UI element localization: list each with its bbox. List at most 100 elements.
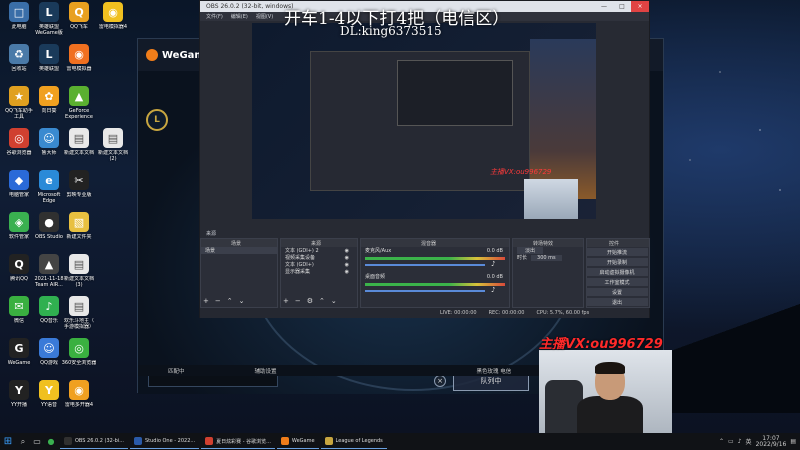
taskbar-app[interactable]: Studio One - 2022... [129,434,200,449]
tray-expand-icon[interactable]: ⌃ [719,438,724,445]
gear-icon[interactable]: ⚙ [307,297,313,305]
volume-meter [365,257,505,260]
desktop-icon[interactable]: ◆ 电脑管家 [2,170,36,210]
desktop-icon[interactable]: ▲ 2021-11-18 Team AIR... [32,254,66,294]
volume-slider[interactable] [365,264,485,266]
transition-select[interactable]: 淡出 [513,247,583,254]
footer-assist-settings[interactable]: 辅助设置 [255,367,277,375]
app-icon: ▧ [69,212,89,232]
transition-duration[interactable]: 时长 300 ms [513,254,583,261]
obs-control-button[interactable]: 设置 [586,288,648,296]
taskbar-app[interactable]: 夏日炫彩赛 - 谷歌浏览... [201,434,275,449]
desktop-icon[interactable]: ● OBS Studio [32,212,66,252]
desktop-icon[interactable]: ✉ 微信 [2,296,36,336]
taskbar-app[interactable]: League of Legends [320,434,387,449]
source-item[interactable]: 文本 (GDI+) 2 ◉ [281,247,357,255]
desktop-icon[interactable]: Y YY语音 [32,380,66,420]
volume-slider[interactable] [365,290,485,292]
obs-control-button[interactable]: 退出 [586,298,648,306]
app-icon: ✉ [9,296,29,316]
down-icon[interactable]: ⌄ [239,297,245,305]
desktop-icon[interactable]: ▲ GeForce Experience [62,86,96,126]
footer-match[interactable]: 匹配中 [168,367,185,375]
speaker-icon[interactable]: ♪ [491,260,495,268]
desktop-icon[interactable]: □ 此电脑 [2,2,36,42]
desktop-icon[interactable]: ▤ 新建文本文档 (2) [96,128,130,168]
menu-item[interactable]: 文件(F) [206,13,223,20]
desktop-icon[interactable]: Q QQ飞车 [62,2,96,42]
desktop-icon[interactable]: ☺ QQ游戏 [32,338,66,378]
desktop-icon[interactable]: ✿ 向日葵 [32,86,66,126]
desktop-icon[interactable]: ✂ 剪映专业版 [62,170,96,210]
obs-control-button[interactable]: 开始推流 [586,248,648,256]
notification-icon[interactable]: ▤ [790,438,796,445]
scene-item[interactable]: 场景 [201,247,277,254]
taskbar-app[interactable]: WeGame [276,434,319,449]
task-view-icon[interactable]: ▭ [30,433,44,450]
source-item[interactable]: 显示器采集 ◉ [281,268,357,276]
minimize-button[interactable]: — [595,1,613,12]
menu-item[interactable]: 编辑(E) [231,13,248,20]
taskbar-app[interactable]: OBS 26.0.2 (32-bi... [60,434,128,449]
volume-icon[interactable]: ♪ [738,438,742,445]
clock[interactable]: 17:07 2022/9/16 [756,435,787,448]
down-icon[interactable]: ⌄ [331,297,337,305]
app-icon: e [39,170,59,190]
visibility-icon[interactable]: ◉ [345,262,349,268]
desktop-icon[interactable]: G WeGame [2,338,36,378]
desktop-icon[interactable]: ◎ 谷歌浏览器 [2,128,36,168]
obs-control-button[interactable]: 开始录制 [586,258,648,266]
menu-item[interactable]: 视图(V) [256,13,273,20]
desktop-icon[interactable]: ◎ 360安全浏览器 [62,338,96,378]
speaker-icon[interactable]: ♪ [491,286,495,294]
desktop-icon[interactable]: ◉ 雷电多开器4 [62,380,96,420]
maximize-button[interactable]: □ [613,1,631,12]
obs-preview[interactable] [252,23,596,219]
desktop-icon[interactable]: ☺ 鲁大师 [32,128,66,168]
visibility-icon[interactable]: ◉ [345,269,349,275]
desktop-icon[interactable]: Q 腾讯QQ [2,254,36,294]
desktop-icon[interactable]: ◉ 雷电模拟器 [62,44,96,84]
obs-control-button[interactable]: 启动虚拟摄像机 [586,268,648,276]
desktop-icon[interactable]: ▤ 欢乐斗地主（ 手游模拟器） [62,296,96,336]
network-icon[interactable]: ▭ [728,438,734,445]
app-icon: ◆ [9,170,29,190]
add-icon[interactable]: + [283,297,289,305]
desktop-icon[interactable]: ♻ 回收站 [2,44,36,84]
desktop-icon-label: 欢乐斗地主（ 手游模拟器） [63,318,94,330]
remove-icon[interactable]: − [295,297,301,305]
input-language[interactable]: 英 [746,437,752,446]
pinned-app-icon[interactable]: ● [44,433,58,450]
desktop-icon[interactable]: ◈ 软件管家 [2,212,36,252]
close-button[interactable]: × [631,1,649,12]
up-icon[interactable]: ⌃ [319,297,325,305]
add-icon[interactable]: + [203,297,209,305]
up-icon[interactable]: ⌃ [227,297,233,305]
desktop-icon-label: 雷电模拟器4 [98,24,128,30]
desktop-icon[interactable]: ▧ 新建文件夹 [62,212,96,252]
desktop-icon[interactable]: L 英雄联盟 [32,44,66,84]
cancel-queue-icon[interactable]: × [434,375,446,387]
obs-status-bar: LIVE: 00:00:00 REC: 00:00:00 CPU: 5.7%, 60… [200,308,649,318]
search-icon[interactable]: ⌕ [16,433,30,450]
start-button[interactable]: ⊞ [0,433,16,450]
obs-control-button[interactable]: 工作室模式 [586,278,648,286]
visibility-icon[interactable]: ◉ [345,248,349,254]
desktop-icon[interactable]: ▤ 新建文本文档 (3) [62,254,96,294]
desktop-icon[interactable]: Y YY开播 [2,380,36,420]
source-item[interactable]: 视频采集设备 ◉ [281,254,357,262]
desktop-icon[interactable]: ♪ QQ音乐 [32,296,66,336]
source-item[interactable]: 文本 (GDI+) ◉ [281,261,357,269]
desktop-icon[interactable]: ★ QQ飞车助手 工具 [2,86,36,126]
lol-logo-icon[interactable]: L [146,109,168,131]
taskbar-app-icon [133,437,142,445]
chat-input[interactable] [148,375,278,387]
mixer-dock: 混音器 麦克风/Aux 0.0 dB ♪ 桌面音频 0.0 dB ♪ [360,238,510,308]
desktop-icon[interactable]: e Microsoft Edge [32,170,66,210]
visibility-icon[interactable]: ◉ [345,255,349,261]
remove-icon[interactable]: − [215,297,221,305]
app-icon: L [39,2,59,22]
desktop-icon[interactable]: ▤ 新建文本文档 [62,128,96,168]
desktop-icon[interactable]: ◉ 雷电模拟器4 [96,2,130,42]
desktop-icon[interactable]: L 英雄联盟 WeGame版 [32,2,66,42]
